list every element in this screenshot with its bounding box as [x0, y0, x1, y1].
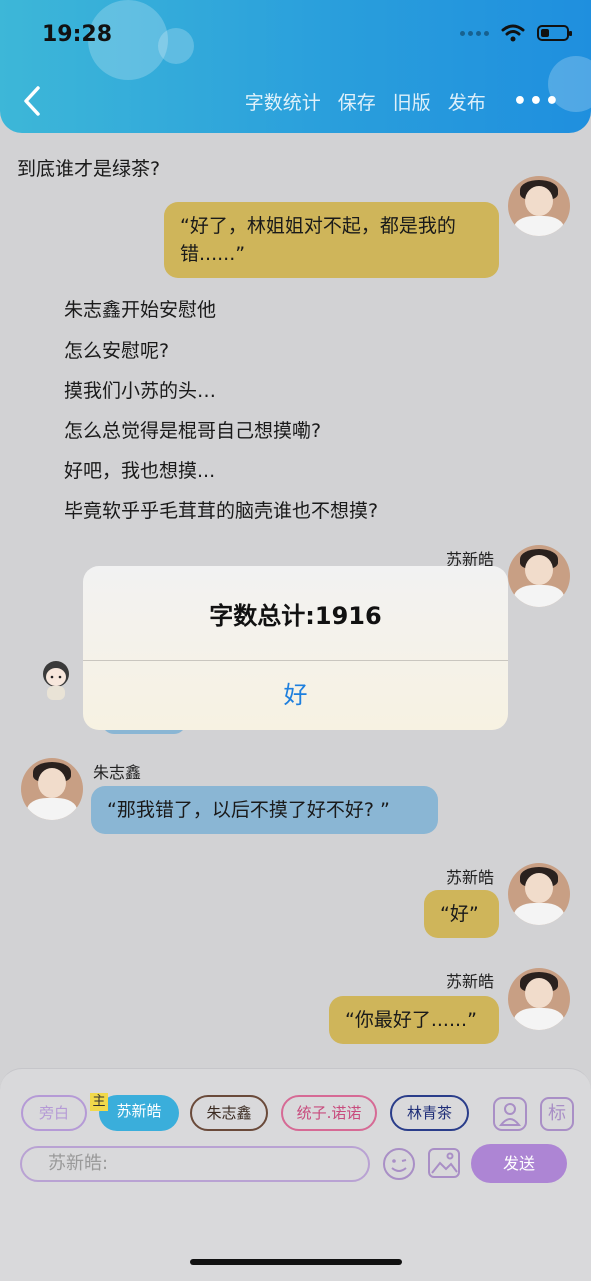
role-chip-zhu[interactable]: 朱志鑫 — [190, 1095, 268, 1131]
avatar — [508, 545, 570, 607]
avatar — [508, 863, 570, 925]
word-count-button[interactable]: 字数统计 — [245, 88, 321, 115]
narration-line: 摸我们小苏的头… — [64, 380, 217, 402]
chat-bubble[interactable]: “你最好了......” — [329, 996, 499, 1044]
speaker-name: 苏新皓 — [446, 868, 495, 887]
smiley-icon[interactable] — [381, 1146, 417, 1182]
publish-button[interactable]: 发布 — [448, 88, 486, 115]
person-icon[interactable] — [493, 1097, 527, 1131]
main-role-badge: 主 — [90, 1093, 108, 1111]
narration-line: 朱志鑫开始安慰他 — [64, 299, 217, 321]
send-button[interactable]: 发送 — [471, 1144, 567, 1183]
word-count-dialog: 字数总计:1916 好 — [83, 566, 508, 730]
chevron-left-icon[interactable] — [18, 84, 48, 118]
dialog-divider — [83, 660, 508, 661]
role-chip-nuonuo[interactable]: 统子.诺诺 — [281, 1095, 377, 1131]
avatar — [508, 968, 570, 1030]
chat-bubble[interactable]: “好” — [424, 890, 499, 938]
avatar — [508, 176, 570, 236]
role-chip-narrator[interactable]: 旁白 — [21, 1095, 87, 1131]
signal-icon — [460, 30, 489, 36]
image-icon[interactable] — [427, 1146, 461, 1180]
battery-icon — [537, 25, 572, 41]
speaker-name: 苏新皓 — [446, 972, 495, 991]
role-chip-lin[interactable]: 林青茶 — [390, 1095, 469, 1131]
story-title-line: 到底谁才是绿茶? — [17, 158, 161, 180]
status-time: 19:28 — [42, 22, 113, 47]
dialog-ok-button[interactable]: 好 — [83, 662, 508, 730]
narration-line: 毕竟软乎乎毛茸茸的脑壳谁也不想摸? — [64, 500, 379, 522]
avatar — [21, 758, 83, 820]
save-button[interactable]: 保存 — [338, 88, 376, 115]
decor-bubble — [158, 28, 194, 64]
dialog-title: 字数总计:1916 — [209, 602, 382, 630]
chat-bubble[interactable]: “那我错了，以后不摸了好不好? ” — [91, 786, 438, 834]
header-toolbar: 字数统计 保存 旧版 发布 ••• — [245, 88, 561, 115]
old-version-button[interactable]: 旧版 — [393, 88, 431, 115]
top-bar: 19:28 字数统计 保存 旧版 发布 ••• — [0, 0, 591, 133]
narration-line: 怎么安慰呢? — [64, 340, 170, 362]
speaker-name: 朱志鑫 — [93, 763, 142, 782]
status-icons — [460, 24, 572, 42]
narration-line: 怎么总觉得是棍哥自己想摸嘞? — [64, 420, 322, 442]
home-indicator — [190, 1259, 402, 1265]
wifi-icon — [501, 24, 525, 42]
cartoon-avatar — [43, 661, 69, 700]
narration-line: 好吧，我也想摸... — [64, 460, 216, 482]
message-input[interactable]: 苏新皓: — [20, 1146, 370, 1182]
more-menu-button[interactable]: ••• — [513, 89, 561, 114]
chat-bubble[interactable]: “好了，林姐姐对不起，都是我的错......” — [164, 202, 499, 278]
role-chip-su[interactable]: 苏新皓 — [99, 1095, 179, 1131]
tag-icon[interactable]: 标 — [540, 1097, 574, 1131]
